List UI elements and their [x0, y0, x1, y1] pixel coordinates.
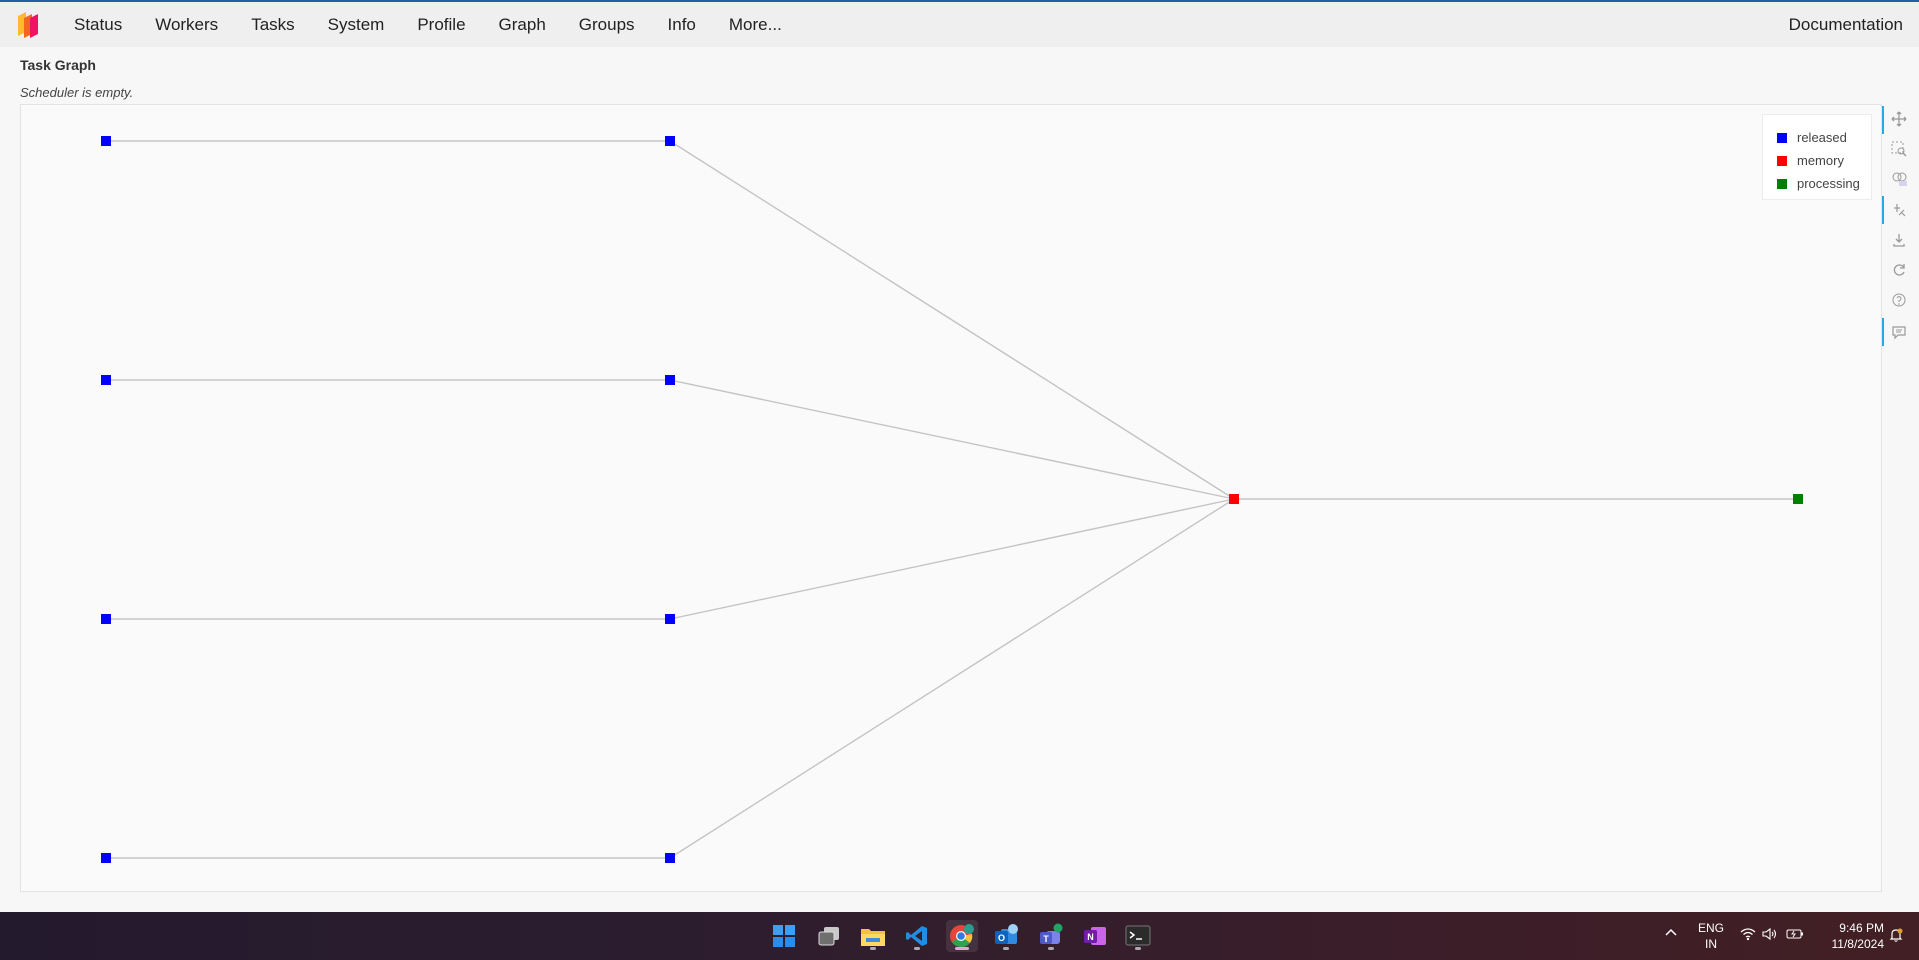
nav-item-more[interactable]: More... — [729, 15, 782, 35]
running-indicator — [914, 947, 920, 950]
tap-icon[interactable] — [1888, 199, 1910, 221]
node-released[interactable] — [101, 614, 111, 624]
legend-item-memory[interactable]: memory — [1777, 149, 1871, 172]
graph-edge — [669, 379, 1235, 500]
svg-text:O: O — [998, 933, 1005, 943]
region-code: IN — [1705, 937, 1717, 951]
onenote-icon[interactable]: N — [1079, 920, 1111, 952]
volume-icon[interactable] — [1762, 927, 1778, 945]
nav-item-system[interactable]: System — [328, 15, 385, 35]
node-released[interactable] — [665, 853, 675, 863]
active-app-indicator — [955, 947, 969, 950]
box-zoom-icon[interactable] — [1888, 138, 1910, 160]
outlook-icon[interactable]: O — [990, 920, 1022, 952]
wifi-icon[interactable] — [1740, 927, 1756, 945]
running-indicator — [1003, 947, 1009, 950]
legend-label: released — [1797, 130, 1847, 145]
page-title: Task Graph — [20, 57, 96, 73]
terminal-icon[interactable] — [1122, 920, 1154, 952]
legend-item-released[interactable]: released — [1777, 126, 1871, 149]
nav-documentation-link[interactable]: Documentation — [1789, 2, 1903, 47]
dask-logo[interactable] — [16, 10, 42, 38]
wheel-zoom-icon[interactable] — [1888, 168, 1910, 190]
running-indicator — [1135, 947, 1141, 950]
help-icon[interactable] — [1888, 289, 1910, 311]
vscode-icon[interactable] — [901, 920, 933, 952]
active-tool-indicator — [1882, 318, 1884, 346]
reset-icon[interactable] — [1888, 259, 1910, 281]
node-released[interactable] — [101, 853, 111, 863]
tray-overflow-chevron[interactable] — [1664, 926, 1678, 943]
clock-date: 11/8/2024 — [1831, 937, 1885, 951]
legend-swatch-processing — [1777, 178, 1787, 189]
node-released[interactable] — [665, 614, 675, 624]
nav-item-workers[interactable]: Workers — [155, 15, 218, 35]
nav-item-tasks[interactable]: Tasks — [251, 15, 294, 35]
top-navbar: Status Workers Tasks System Profile Grap… — [0, 0, 1919, 47]
scheduler-status: Scheduler is empty. — [20, 85, 134, 100]
legend-item-processing[interactable]: processing — [1777, 172, 1871, 195]
nav-item-groups[interactable]: Groups — [579, 15, 635, 35]
graph-edges — [106, 140, 1798, 859]
task-graph-plot[interactable] — [20, 104, 1882, 892]
task-view-icon[interactable] — [813, 920, 845, 952]
plot-toolbar — [1882, 104, 1912, 354]
svg-text:T: T — [1043, 934, 1049, 944]
nav-item-info[interactable]: Info — [668, 15, 696, 35]
active-tool-indicator — [1882, 196, 1884, 224]
graph-edge — [669, 140, 1235, 500]
node-processing[interactable] — [1793, 494, 1803, 504]
node-released[interactable] — [665, 136, 675, 146]
running-indicator — [1048, 947, 1054, 950]
save-icon[interactable] — [1888, 229, 1910, 251]
nav-item-graph[interactable]: Graph — [499, 15, 546, 35]
language-code: ENG — [1697, 921, 1724, 935]
windows-taskbar: O T N ENG IN 9:46 PM 11/8/2024 — [0, 912, 1919, 960]
notifications-bell-icon[interactable] — [1888, 927, 1904, 947]
battery-icon[interactable] — [1786, 927, 1804, 945]
nav-item-profile[interactable]: Profile — [417, 15, 465, 35]
teams-icon[interactable]: T — [1035, 920, 1067, 952]
clock[interactable]: 9:46 PM 11/8/2024 — [1816, 920, 1885, 952]
pan-icon[interactable] — [1888, 108, 1910, 130]
node-memory[interactable] — [1229, 494, 1239, 504]
hover-icon[interactable] — [1888, 321, 1910, 343]
windows-start-icon[interactable] — [768, 920, 800, 952]
chrome-icon[interactable] — [946, 920, 978, 952]
svg-text:N: N — [1087, 932, 1094, 942]
legend-label: processing — [1797, 176, 1860, 191]
graph-legend: released memory processing — [1762, 114, 1872, 200]
clock-time: 9:46 PM — [1839, 921, 1884, 935]
nav-item-status[interactable]: Status — [74, 15, 122, 35]
node-released[interactable] — [101, 375, 111, 385]
node-released[interactable] — [665, 375, 675, 385]
language-indicator[interactable]: ENG IN — [1697, 920, 1725, 952]
legend-swatch-released — [1777, 132, 1787, 143]
node-released[interactable] — [101, 136, 111, 146]
graph-edge — [669, 498, 1235, 620]
nav-menu: Status Workers Tasks System Profile Grap… — [74, 2, 815, 47]
active-tool-indicator — [1882, 106, 1884, 134]
legend-label: memory — [1797, 153, 1844, 168]
legend-swatch-memory — [1777, 155, 1787, 166]
file-explorer-icon[interactable] — [857, 920, 889, 952]
task-graph-canvas[interactable] — [21, 105, 1883, 893]
running-indicator — [870, 947, 876, 950]
graph-edge — [669, 498, 1235, 859]
